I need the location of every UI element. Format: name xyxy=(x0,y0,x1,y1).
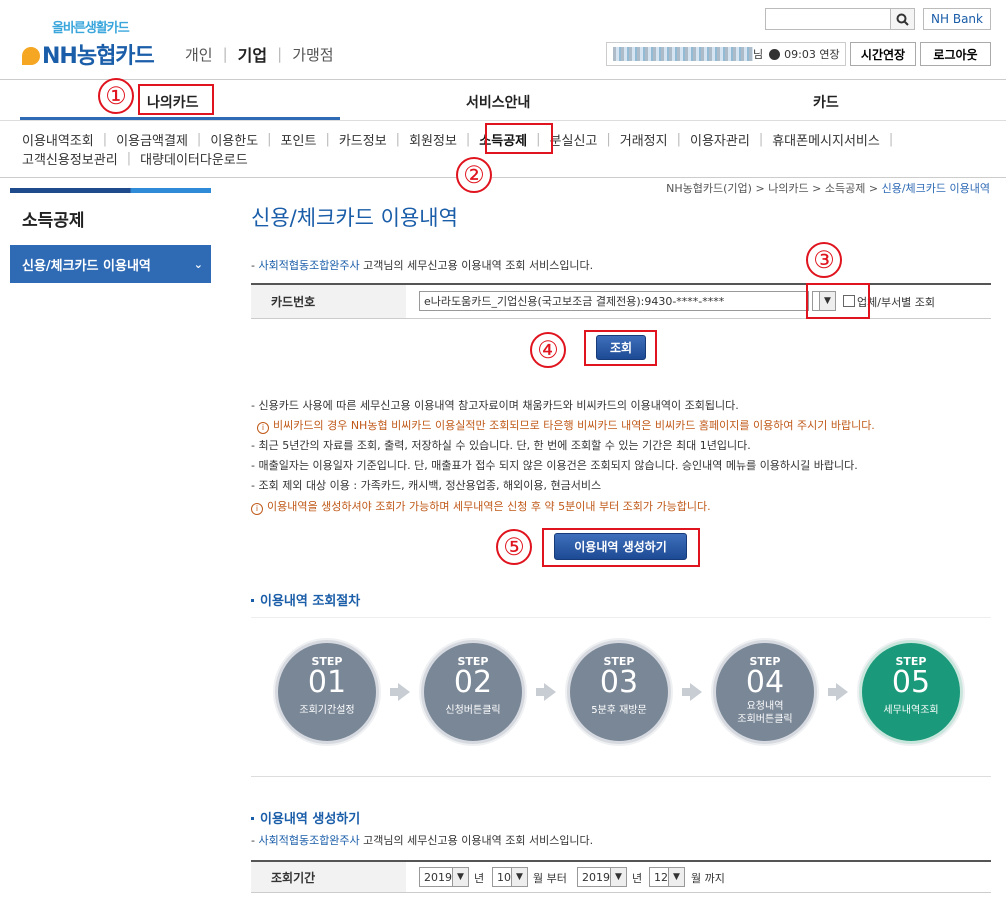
annotation-box-3 xyxy=(806,283,870,319)
notice-line: - 조회 제외 대상 이용 : 가족카드, 캐시백, 정산용업종, 해외이용, … xyxy=(251,479,602,492)
subnav-bulk-download[interactable]: 대량데이터다운로드 xyxy=(140,149,248,168)
arrow-right-icon xyxy=(536,683,556,701)
subnav-usage-history[interactable]: 이용내역조회 xyxy=(22,130,94,149)
search-icon xyxy=(896,13,909,26)
card-number-label: 카드번호 xyxy=(251,285,406,318)
warning-line: i 비씨카드의 경우 NH농협 비씨카드 이용실적만 조회되므로 타은행 비씨카드… xyxy=(251,417,875,434)
intro-text: - 사회적협동조합완주사 고객님의 세무신고용 이용내역 조회 서비스입니다. xyxy=(251,834,594,847)
logo-brand-text: NH농협카드 xyxy=(42,44,155,69)
arrow-right-icon xyxy=(828,683,848,701)
topnav-merchant[interactable]: 가맹점 xyxy=(292,44,333,65)
step-5: STEP 05 세무내역조회 xyxy=(859,640,963,744)
step-3: STEP 03 5분후 재방문 xyxy=(567,640,671,744)
chevron-down-icon: ⌄ xyxy=(193,257,203,271)
gnb-tab-service[interactable]: 서비스안내 xyxy=(466,92,530,112)
session-time: 09:03 연장 xyxy=(784,48,840,61)
unit-label: 년 xyxy=(474,872,485,885)
clock-icon xyxy=(769,48,781,60)
from-year-select[interactable]: 2019 ▼ xyxy=(419,867,469,887)
procedure-title: 이용내역 조회절차 xyxy=(251,590,360,609)
subnav-row-1: 이용내역조회 | 이용금액결제 | 이용한도 | 포인트 | 카드정보 | 회원정보 | 소… xyxy=(22,130,894,149)
sidebar-item-label: 신용/체크카드 이용내역 xyxy=(22,258,151,274)
breadcrumb-current: 신용/체크카드 이용내역 xyxy=(881,182,990,195)
subnav-credit-info[interactable]: 고객신용정보관리 xyxy=(22,149,118,168)
extend-session-button[interactable]: 시간연장 xyxy=(850,42,916,66)
subnav-limit[interactable]: 이용한도 xyxy=(210,130,258,149)
annotation-box-5 xyxy=(542,528,700,567)
leaf-icon xyxy=(22,47,40,65)
nh-card-logo[interactable]: NH농협카드 xyxy=(22,38,155,70)
unit-label: 월 부터 xyxy=(533,872,567,885)
divider xyxy=(0,120,1006,121)
info-icon: i xyxy=(257,422,269,434)
topnav-business[interactable]: 기업 xyxy=(238,42,267,66)
logo-tagline: 올바른생활카드 xyxy=(52,21,130,36)
annotation-number-4: ④ xyxy=(530,332,566,368)
divider: | xyxy=(277,45,283,63)
from-month-select[interactable]: 10 ▼ xyxy=(492,867,528,887)
topnav-personal[interactable]: 개인 xyxy=(185,44,213,65)
subnav-member-info[interactable]: 회원정보 xyxy=(409,130,457,149)
subnav-suspend[interactable]: 거래정지 xyxy=(620,130,668,149)
breadcrumb-item[interactable]: NH농협카드(기업) xyxy=(666,182,752,195)
step-2: STEP 02 신청버튼클릭 xyxy=(421,640,525,744)
company-name: 사회적협동조합완주사 xyxy=(258,259,360,272)
info-icon: i xyxy=(251,503,263,515)
card-number-select[interactable]: e나라도움카드_기업신용(국고보조금 결제전용):9430-****-**** xyxy=(419,291,809,311)
annotation-number-5: ⑤ xyxy=(496,529,532,565)
top-navigation: 개인 | 기업 | 가맹점 xyxy=(185,42,334,66)
period-label: 조회기간 xyxy=(251,862,406,892)
divider: | xyxy=(222,45,228,63)
generate-section-title: 이용내역 생성하기 xyxy=(251,808,360,827)
annotation-number-1: ① xyxy=(98,78,134,114)
divider xyxy=(0,177,1006,178)
warning-line: i 이용내역을 생성하셔야 조회가 가능하며 세무내역은 신청 후 약 5분이내 … xyxy=(245,498,711,515)
annotation-box-4 xyxy=(584,330,657,366)
annotation-number-3: ③ xyxy=(806,242,842,278)
table-bottom-border xyxy=(251,892,991,893)
subnav-card-info[interactable]: 카드정보 xyxy=(339,130,387,149)
session-bar: 님 09:03 연장 xyxy=(606,42,846,66)
sidebar-top-bar xyxy=(10,188,211,193)
annotation-number-2: ② xyxy=(456,157,492,193)
sidebar-item-card-usage[interactable]: 신용/체크카드 이용내역 ⌄ xyxy=(10,245,211,283)
annotation-box-2 xyxy=(485,123,553,154)
breadcrumb-item[interactable]: 나의카드 xyxy=(768,182,808,195)
intro-text: - 사회적협동조합완주사 고객님의 세무신고용 이용내역 조회 서비스입니다. xyxy=(251,259,594,272)
step-4: STEP 04 요청내역 조회버튼클릭 xyxy=(713,640,817,744)
to-year-select[interactable]: 2019 ▼ xyxy=(577,867,627,887)
subnav-sms-service[interactable]: 휴대폰메시지서비스 xyxy=(772,130,880,149)
masked-user-name xyxy=(613,47,753,61)
notice-line: - 최근 5년간의 자료를 조회, 출력, 저장하실 수 있습니다. 단, 한 … xyxy=(251,439,751,452)
nh-bank-link[interactable]: NH Bank xyxy=(923,8,991,30)
unit-label: 년 xyxy=(632,872,643,885)
subnav-user-mgmt[interactable]: 이용자관리 xyxy=(690,130,750,149)
annotation-box-1 xyxy=(138,84,214,115)
to-month-select[interactable]: 12 ▼ xyxy=(649,867,685,887)
subnav-lost-report[interactable]: 분실신고 xyxy=(550,130,598,149)
notice-line: - 매출일자는 이용일자 기준입니다. 단, 매출표가 접수 되지 않은 이용건… xyxy=(251,459,858,472)
table-bottom-border xyxy=(251,318,991,319)
arrow-right-icon xyxy=(682,683,702,701)
breadcrumb-item[interactable]: 소득공제 xyxy=(825,182,865,195)
user-suffix: 님 xyxy=(753,48,764,61)
notice-line: - 신용카드 사용에 따른 세무신고용 이용내역 참고자료이며 채움카드와 비씨… xyxy=(251,399,739,412)
unit-label: 월 까지 xyxy=(691,872,725,885)
search-button[interactable] xyxy=(890,8,915,30)
subnav-points[interactable]: 포인트 xyxy=(281,130,317,149)
search-input[interactable] xyxy=(765,8,891,30)
subnav-payment[interactable]: 이용금액결제 xyxy=(116,130,188,149)
breadcrumb: NH농협카드(기업) > 나의카드 > 소득공제 > 신용/체크카드 이용내역 xyxy=(666,182,990,195)
sidebar-title: 소득공제 xyxy=(22,211,85,231)
step-1: STEP 01 조회기간설정 xyxy=(275,640,379,744)
subnav-row-2: 고객신용정보관리 | 대량데이터다운로드 xyxy=(22,149,248,168)
arrow-right-icon xyxy=(390,683,410,701)
page-title: 신용/체크카드 이용내역 xyxy=(251,206,458,230)
gnb-tab-card[interactable]: 카드 xyxy=(813,92,839,112)
logout-button[interactable]: 로그아웃 xyxy=(920,42,991,66)
